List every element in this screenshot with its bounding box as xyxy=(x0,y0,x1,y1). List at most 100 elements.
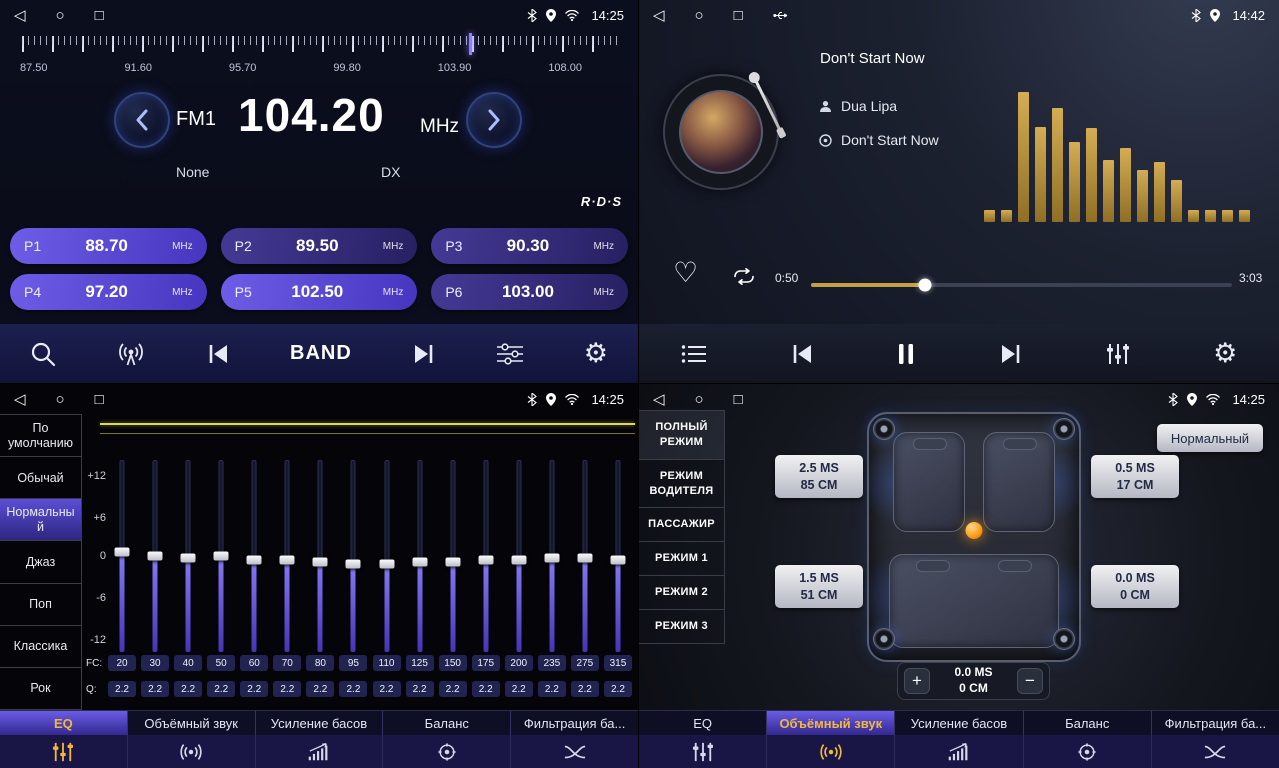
delay-decrease-button[interactable]: − xyxy=(1017,668,1043,694)
home-button[interactable]: ○ xyxy=(695,391,704,408)
eq-band-slider[interactable] xyxy=(141,460,169,652)
slider-handle[interactable] xyxy=(610,555,625,564)
settings-button[interactable]: ⚙ xyxy=(1213,340,1237,367)
preset-button-3[interactable]: P390.30MHz xyxy=(431,228,628,264)
previous-station-button[interactable] xyxy=(206,343,230,365)
eq-band-slider[interactable] xyxy=(306,460,334,652)
tab-balance[interactable]: Баланс xyxy=(383,711,511,735)
frequency-scale[interactable] xyxy=(22,36,618,56)
eq-faders-icon[interactable] xyxy=(0,735,128,768)
eq-band-slider[interactable] xyxy=(240,460,268,652)
mode-passenger[interactable]: ПАССАЖИР xyxy=(639,508,724,542)
eq-band-slider[interactable] xyxy=(108,460,136,652)
mode-3[interactable]: РЕЖИМ 3 xyxy=(639,610,724,644)
bass-boost-icon[interactable] xyxy=(895,735,1023,768)
eq-preset-custom[interactable]: Обычай xyxy=(0,457,81,499)
recents-button[interactable]: □ xyxy=(95,7,104,24)
home-button[interactable]: ○ xyxy=(56,7,65,24)
rear-left-delay[interactable]: 1.5 MS 51 CM xyxy=(775,565,863,608)
slider-handle[interactable] xyxy=(379,559,394,568)
back-button[interactable]: ◁ xyxy=(14,390,26,408)
preset-button-2[interactable]: P289.50MHz xyxy=(221,228,418,264)
balance-icon[interactable] xyxy=(1024,735,1152,768)
listening-position-marker[interactable] xyxy=(966,522,983,539)
home-button[interactable]: ○ xyxy=(56,391,65,408)
mode-2[interactable]: РЕЖИМ 2 xyxy=(639,576,724,610)
slider-handle[interactable] xyxy=(115,548,130,557)
eq-band-slider[interactable] xyxy=(505,460,533,652)
preset-button-5[interactable]: P5102.50MHz xyxy=(221,274,418,310)
eq-band-slider[interactable] xyxy=(373,460,401,652)
recents-button[interactable]: □ xyxy=(734,391,743,408)
mixer-button[interactable] xyxy=(1106,343,1130,365)
eq-band-slider[interactable] xyxy=(604,460,632,652)
search-stations-button[interactable] xyxy=(30,341,56,367)
slider-handle[interactable] xyxy=(280,555,295,564)
progress-thumb[interactable] xyxy=(918,279,931,292)
eq-band-slider[interactable] xyxy=(406,460,434,652)
tab-filter[interactable]: Фильтрация ба... xyxy=(1152,711,1279,735)
eq-preset-normal[interactable]: Нормальный xyxy=(0,499,81,541)
slider-handle[interactable] xyxy=(346,559,361,568)
broadcast-antenna-button[interactable] xyxy=(116,342,146,366)
back-button[interactable]: ◁ xyxy=(653,6,665,24)
band-button[interactable]: BAND xyxy=(290,342,352,365)
eq-band-slider[interactable] xyxy=(538,460,566,652)
slider-handle[interactable] xyxy=(412,557,427,566)
eq-preset-rock[interactable]: Рок xyxy=(0,668,81,710)
mode-driver[interactable]: РЕЖИМ ВОДИТЕЛЯ xyxy=(639,460,724,509)
equalizer-button[interactable] xyxy=(496,343,524,365)
progress-bar[interactable] xyxy=(811,283,1232,287)
preset-button-1[interactable]: P188.70MHz xyxy=(10,228,207,264)
tune-up-button[interactable] xyxy=(466,92,522,148)
delay-increase-button[interactable]: + xyxy=(904,668,930,694)
eq-band-slider[interactable] xyxy=(273,460,301,652)
surround-icon[interactable] xyxy=(128,735,256,768)
eq-band-slider[interactable] xyxy=(439,460,467,652)
eq-faders-icon[interactable] xyxy=(639,735,767,768)
eq-preset-default[interactable]: По умолчанию xyxy=(0,415,81,457)
pause-button[interactable] xyxy=(897,343,915,365)
tab-eq[interactable]: EQ xyxy=(0,711,128,735)
repeat-button[interactable] xyxy=(731,268,757,285)
filter-icon[interactable] xyxy=(511,735,638,768)
eq-band-slider[interactable] xyxy=(571,460,599,652)
tab-bass-boost[interactable]: Усиление басов xyxy=(895,711,1023,735)
tab-eq[interactable]: EQ xyxy=(639,711,767,735)
back-button[interactable]: ◁ xyxy=(14,6,26,24)
eq-preset-classic[interactable]: Классика xyxy=(0,626,81,668)
recents-button[interactable]: □ xyxy=(95,391,104,408)
slider-handle[interactable] xyxy=(511,555,526,564)
tab-balance[interactable]: Баланс xyxy=(1024,711,1152,735)
balance-icon[interactable] xyxy=(383,735,511,768)
favorite-button[interactable]: ♡ xyxy=(673,256,698,289)
slider-handle[interactable] xyxy=(544,553,559,562)
tab-surround[interactable]: Объёмный звук xyxy=(767,711,895,735)
slider-handle[interactable] xyxy=(247,555,262,564)
slider-handle[interactable] xyxy=(148,552,163,561)
tab-surround[interactable]: Объёмный звук xyxy=(128,711,256,735)
preset-button-4[interactable]: P497.20MHz xyxy=(10,274,207,310)
surround-icon[interactable] xyxy=(767,735,895,768)
eq-preset-jazz[interactable]: Джаз xyxy=(0,541,81,583)
next-track-button[interactable] xyxy=(999,343,1023,365)
next-station-button[interactable] xyxy=(412,343,436,365)
slider-handle[interactable] xyxy=(445,557,460,566)
playlist-button[interactable] xyxy=(681,344,707,364)
tune-down-button[interactable] xyxy=(114,92,170,148)
slider-handle[interactable] xyxy=(577,553,592,562)
eq-band-slider[interactable] xyxy=(472,460,500,652)
mode-1[interactable]: РЕЖИМ 1 xyxy=(639,542,724,576)
slider-handle[interactable] xyxy=(478,555,493,564)
eq-band-slider[interactable] xyxy=(207,460,235,652)
slider-handle[interactable] xyxy=(181,553,196,562)
slider-handle[interactable] xyxy=(313,557,328,566)
filter-icon[interactable] xyxy=(1152,735,1279,768)
front-right-delay[interactable]: 0.5 MS 17 CM xyxy=(1091,455,1179,498)
eq-preset-pop[interactable]: Поп xyxy=(0,584,81,626)
sound-preset-button[interactable]: Нормальный xyxy=(1157,424,1263,452)
slider-handle[interactable] xyxy=(214,552,229,561)
previous-track-button[interactable] xyxy=(790,343,814,365)
preset-button-6[interactable]: P6103.00MHz xyxy=(431,274,628,310)
home-button[interactable]: ○ xyxy=(695,7,704,24)
